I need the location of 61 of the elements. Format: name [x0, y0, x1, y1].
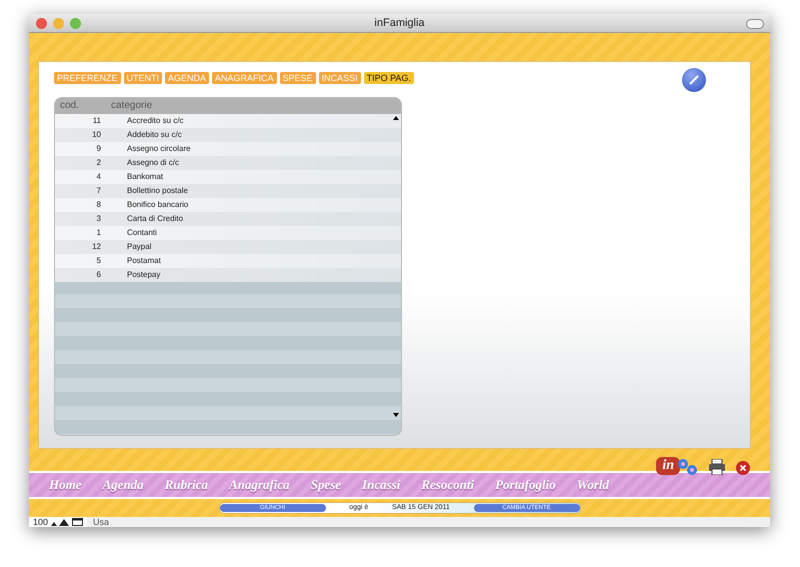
- column-header: categorie: [110, 100, 154, 111]
- table-cell-text: 8: [96, 200, 102, 209]
- table-cell: Bankomat: [127, 172, 164, 181]
- table-cell-text: 6: [96, 270, 102, 279]
- nav-link[interactable]: Home: [49, 476, 82, 492]
- table-cell-text: 7: [96, 186, 102, 195]
- layout-icon[interactable]: [72, 518, 84, 526]
- table-cell: Postepay: [127, 270, 160, 279]
- close-icon[interactable]: [36, 18, 47, 29]
- tab[interactable]: PREFERENZE: [54, 72, 121, 84]
- table-row[interactable]: 1 Contanti: [55, 226, 401, 240]
- table-cell-text: 3: [96, 214, 102, 223]
- toolbar-toggle-icon[interactable]: [746, 19, 764, 29]
- table-cell: Paypal: [127, 242, 152, 251]
- table-row[interactable]: 7 Bollettino postale: [55, 184, 401, 198]
- logo-badge[interactable]: in: [656, 456, 680, 474]
- close-icon[interactable]: [736, 460, 750, 474]
- table-cell-text: 2: [96, 158, 102, 167]
- table-cell-text: 11: [92, 116, 102, 125]
- table-cell: Contanti: [127, 228, 157, 237]
- table-cell-text: 4: [96, 172, 102, 181]
- table-cell: Postamat: [127, 256, 161, 265]
- tab[interactable]: TIPO PAG.: [364, 72, 414, 84]
- tab[interactable]: UTENTI: [124, 72, 162, 84]
- tab[interactable]: INCASSI: [318, 72, 361, 84]
- nav-link[interactable]: Anagrafica: [229, 476, 290, 492]
- tab[interactable]: AGENDA: [165, 72, 210, 84]
- table-cell-text: 5: [96, 256, 102, 265]
- scroll-down-icon[interactable]: [393, 412, 399, 416]
- table-row[interactable]: 12 Paypal: [55, 240, 401, 254]
- table-row[interactable]: 2 Assegno di c/c: [55, 156, 401, 170]
- printer-icon[interactable]: [708, 458, 726, 474]
- table-cell: Assegno circolare: [127, 144, 191, 153]
- mode-label: Usa: [92, 516, 110, 527]
- table-cell-text: 12: [91, 242, 102, 251]
- table-cell: Carta di Credito: [127, 214, 184, 223]
- table-row[interactable]: 10 Addebito su c/c: [55, 128, 401, 142]
- table-cell: Bollettino postale: [127, 186, 188, 195]
- table-row[interactable]: 11 Accredito su c/c: [55, 114, 401, 128]
- scroll-up-icon[interactable]: [393, 116, 399, 120]
- table-row[interactable]: 8 Bonifico bancario: [55, 198, 401, 212]
- column-header: cod.: [59, 100, 80, 111]
- tab[interactable]: ANAGRAFICA: [212, 72, 277, 84]
- table-cell: Accredito su c/c: [127, 116, 184, 125]
- table-row[interactable]: 9 Assegno circolare: [55, 142, 401, 156]
- nav-link[interactable]: Agenda: [102, 476, 144, 492]
- edit-icon[interactable]: [682, 68, 706, 92]
- table-cell: Addebito su c/c: [127, 130, 182, 139]
- table-cell: Assegno di c/c: [127, 158, 180, 167]
- table-row[interactable]: 5 Postamat: [55, 254, 401, 268]
- table-row[interactable]: 3 Carta di Credito: [55, 212, 401, 226]
- table-cell-text: 9: [96, 144, 102, 153]
- table-row[interactable]: 4 Bankomat: [55, 170, 401, 184]
- gears-icon[interactable]: [676, 456, 698, 474]
- table-cell: Bonifico bancario: [127, 200, 188, 209]
- table-cell-text: 1: [96, 228, 102, 237]
- window-title: inFamiglia: [374, 16, 425, 29]
- tab[interactable]: SPESE: [280, 72, 316, 84]
- table-cell-text: 10: [91, 130, 102, 139]
- nav-link[interactable]: Portafoglio: [495, 476, 556, 492]
- table-row[interactable]: 6 Postepay: [55, 268, 401, 282]
